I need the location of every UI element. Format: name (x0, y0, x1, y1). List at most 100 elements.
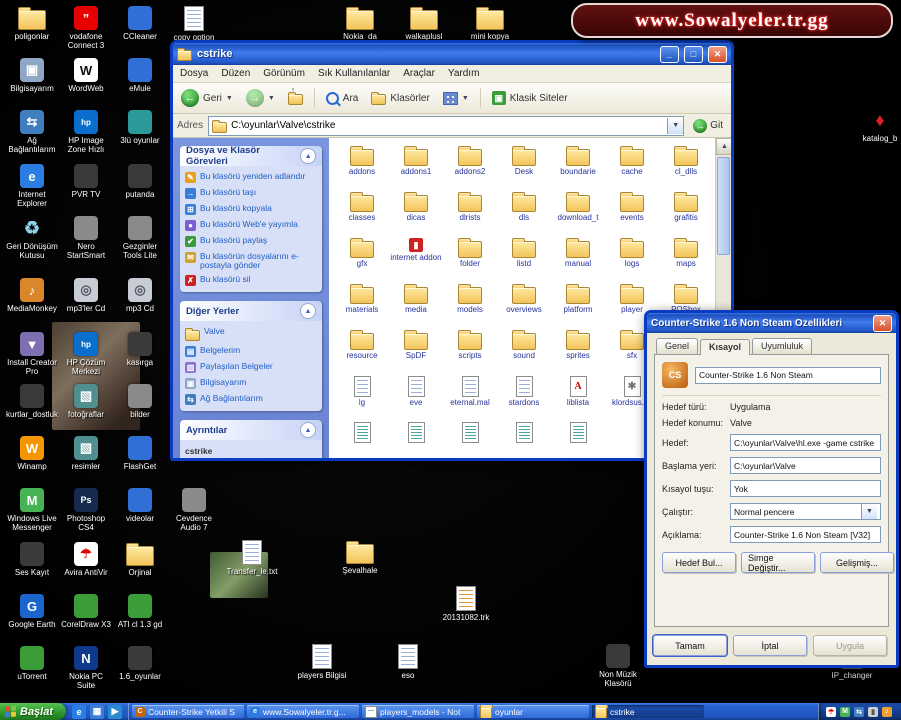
desktop-icon-nero-startsmart[interactable]: Nero StartSmart (60, 216, 112, 260)
desktop-icon-putanda[interactable]: putanda (114, 164, 166, 199)
menu-g-r-n-m[interactable]: Görünüm (263, 68, 305, 79)
desktop-icon-orjinal[interactable]: Orjinal (114, 542, 166, 577)
file-item-events[interactable]: events (605, 192, 659, 223)
tab-k-sayol[interactable]: Kısayol (700, 339, 751, 355)
task-link-bu-klas-r-sil[interactable]: ✗ Bu klasörü sil (185, 275, 317, 286)
desktop-icon-bilgisayar-m[interactable]: ▣ Bilgisayarım (6, 58, 58, 93)
file-item-cache[interactable]: cache (605, 146, 659, 177)
apply-button[interactable]: Uygula (813, 635, 887, 656)
address-input[interactable]: C:\oyunlar\Valve\cstrike ▼ (208, 115, 685, 136)
run-dropdown-icon[interactable]: ▼ (861, 504, 877, 519)
other-places-header[interactable]: Diğer Yerler ▲ (180, 301, 322, 321)
desktop-icon-wordweb[interactable]: W WordWeb (60, 58, 112, 93)
desktop-icon-photoshop-cs4[interactable]: Ps Photoshop CS4 (60, 488, 112, 532)
menu-d-zen[interactable]: Düzen (221, 68, 250, 79)
desktop-icon-eso[interactable]: eso (382, 644, 434, 680)
file-item-spdf[interactable]: SpDF (389, 330, 443, 361)
desktop-icon-1-6-oyunlar[interactable]: 1.6_oyunlar (114, 646, 166, 681)
file-item-clipped[interactable] (335, 422, 389, 445)
desktop-icon-evalhale[interactable]: Şevalhale (334, 540, 386, 575)
explorer-titlebar[interactable]: cstrike _ □ ✕ (173, 43, 731, 65)
desktop-icon-hp-image-zone-h-zl[interactable]: hp HP Image Zone Hızlı (60, 110, 112, 154)
folders-button[interactable]: Klasörler (367, 89, 433, 107)
up-button[interactable]: ↑ (284, 85, 307, 107)
desktop-icon-gezginler-tools-lite[interactable]: Gezginler Tools Lite (114, 216, 166, 260)
file-item-resource[interactable]: resource (335, 330, 389, 361)
taskbar-button-counter-strike-yetkili-s[interactable]: C Counter-Strike Yetkili S (132, 705, 245, 718)
run-select[interactable]: Normal pencere ▼ (730, 503, 881, 520)
chevron-up-icon[interactable]: ▲ (300, 148, 316, 164)
tray-volume-icon[interactable]: ♪ (882, 706, 892, 717)
place-link-bilgisayar-m[interactable]: ▣ Bilgisayarım (185, 378, 317, 389)
desktop-icon-mp3-cd[interactable]: ◎ mp3 Cd (114, 278, 166, 313)
file-item-boundarie[interactable]: boundarie (551, 146, 605, 177)
taskbar-button-players-models-not[interactable]: players_models - Not (362, 705, 475, 718)
hotkey-input[interactable]: Yok (730, 480, 881, 497)
file-item-models[interactable]: models (443, 284, 497, 315)
file-item-platform[interactable]: platform (551, 284, 605, 315)
go-button[interactable]: → Git (689, 118, 727, 134)
desktop-icon-copy-option[interactable]: copy option (168, 6, 220, 42)
desktop-icon-videolar[interactable]: videolar (114, 488, 166, 523)
file-item-lg[interactable]: lg (335, 376, 389, 408)
desktop-icon-avira-antivir[interactable]: ☂ Avira AntiVir (60, 542, 112, 577)
desktop-icon-pvr-tv[interactable]: PVR TV (60, 164, 112, 199)
views-button[interactable]: ▼ (439, 90, 473, 107)
task-link-bu-klas-r-yeniden-adland-r[interactable]: ✎ Bu klasörü yeniden adlandır (185, 172, 317, 183)
tab-uyumluluk[interactable]: Uyumluluk (752, 338, 813, 354)
tray-msn-icon[interactable]: M (840, 706, 850, 717)
file-item-dls[interactable]: dls (497, 192, 551, 223)
desktop-icon-utorrent[interactable]: uTorrent (6, 646, 58, 681)
file-item-grafitis[interactable]: grafitis (659, 192, 713, 223)
desktop-icon-a-ba-lant-lar-m[interactable]: ⇆ Ağ Bağlantılarım (6, 110, 58, 154)
file-item-overviews[interactable]: overviews (497, 284, 551, 315)
desktop-icon-internet-explorer[interactable]: e Internet Explorer (6, 164, 58, 208)
desktop-icon-nokia-da[interactable]: Nokia_da (334, 6, 386, 41)
file-item-addons2[interactable]: addons2 (443, 146, 497, 177)
task-link-bu-klas-r-payla[interactable]: ✔ Bu klasörü paylaş (185, 236, 317, 247)
file-item-eternal-mal[interactable]: eternal.mal (443, 376, 497, 408)
desktop-icon-players-bilgisi[interactable]: players Bilgisi (296, 644, 348, 680)
cancel-button[interactable]: İptal (733, 635, 807, 656)
desktop-icon-mp3-ler-cd[interactable]: ◎ mp3'ler Cd (60, 278, 112, 313)
desktop-icon-foto-raflar[interactable]: ▧ fotoğraflar (60, 384, 112, 419)
target-input[interactable]: C:\oyunlar\Valve\hl.exe -game cstrike (730, 434, 881, 451)
file-item-dicas[interactable]: dicas (389, 192, 443, 223)
file-item-maps[interactable]: maps (659, 238, 713, 269)
start-button[interactable]: Başlat (0, 703, 67, 720)
desktop-icon-non-m-zik-klas-r[interactable]: Non Müzik Klasörü (592, 644, 644, 688)
file-item-cl-dlls[interactable]: cl_dlls (659, 146, 713, 177)
desktop-icon-coreldraw-x3[interactable]: CorelDraw X3 (60, 594, 112, 629)
address-dropdown[interactable]: ▼ (667, 117, 684, 134)
place-link-belgelerim[interactable]: ▤ Belgelerim (185, 346, 317, 357)
desktop-icon-poligonlar[interactable]: poligonlar (6, 6, 58, 41)
file-item-clipped[interactable] (497, 422, 551, 445)
file-tasks-header[interactable]: Dosya ve Klasör Görevleri ▲ (180, 146, 322, 167)
taskbar-button-oyunlar[interactable]: oyunlar (477, 705, 590, 718)
task-link-bu-klas-r-ta[interactable]: → Bu klasörü taşı (185, 188, 317, 199)
comment-input[interactable]: Counter-Strike 1.6 Non Steam [V32] (730, 526, 881, 543)
desktop-icon-emule[interactable]: eMule (114, 58, 166, 93)
file-item-folder[interactable]: folder (443, 238, 497, 269)
task-link-bu-klas-r-n-dosyalar-n-e-postayla-g-nder[interactable]: ✉ Bu klasörün dosyalarını e-postayla gönd… (185, 252, 317, 270)
desktop-icon-vodafone-connect-3[interactable]: ” vodafone Connect 3 (60, 6, 112, 50)
desktop-icon-flashget[interactable]: FlashGet (114, 436, 166, 471)
place-link-valve[interactable]: Valve (185, 327, 317, 341)
desktop-icon-walkaplusl[interactable]: walkaplusl (398, 6, 450, 41)
desktop-icon-mediamonkey[interactable]: ♪ MediaMonkey (6, 278, 58, 313)
file-item-logs[interactable]: logs (605, 238, 659, 269)
desktop-icon-install-creator-pro[interactable]: ▼ Install Creator Pro (6, 332, 58, 376)
file-item-sound[interactable]: sound (497, 330, 551, 361)
chevron-up-icon[interactable]: ▲ (300, 303, 316, 319)
details-header[interactable]: Ayrıntılar ▲ (180, 420, 322, 440)
file-item-clipped[interactable] (551, 422, 605, 445)
file-item-stardons[interactable]: stardons (497, 376, 551, 408)
file-item-gfx[interactable]: gfx (335, 238, 389, 269)
desktop-icon-winamp[interactable]: W Winamp (6, 436, 58, 471)
desktop-icon-transfer-le-txt[interactable]: Transfer_le.txt (226, 540, 278, 576)
desktop-icon-cevdence-audio-7[interactable]: Cevdence Audio 7 (168, 488, 220, 532)
file-item-eve[interactable]: eve (389, 376, 443, 408)
file-item-dlrists[interactable]: dlrists (443, 192, 497, 223)
dialog-close-button[interactable]: ✕ (873, 314, 892, 332)
classic-sites-button[interactable]: ▣ Klasik Siteler (488, 89, 572, 107)
